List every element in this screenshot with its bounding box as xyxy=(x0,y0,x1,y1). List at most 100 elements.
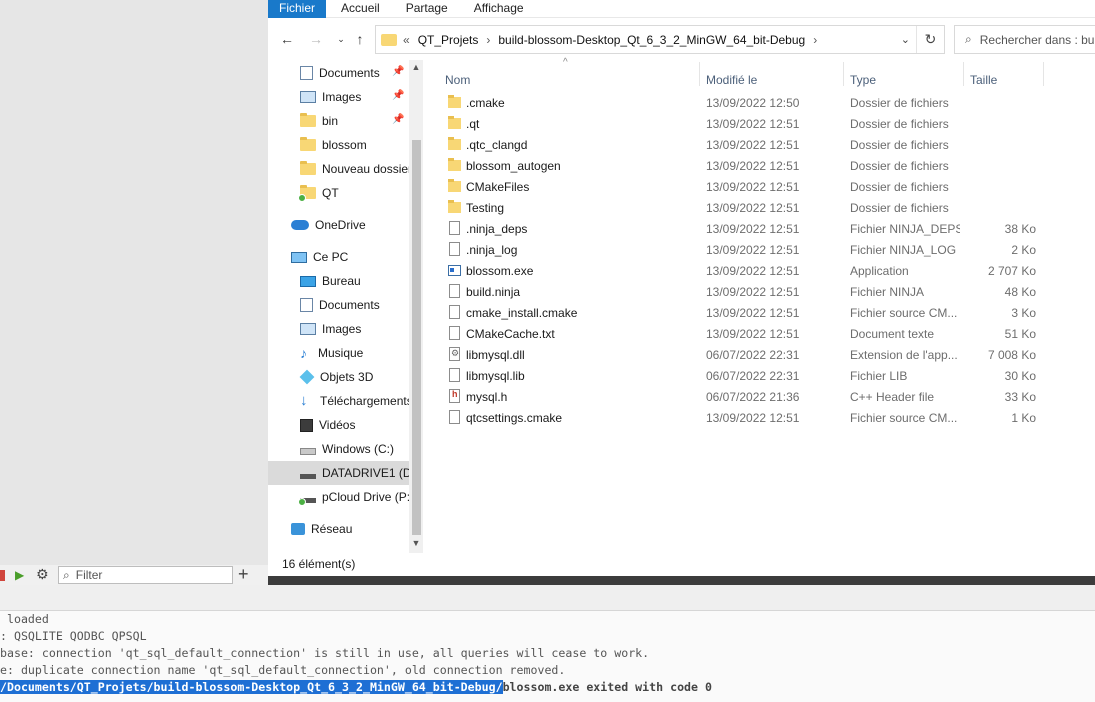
recent-locations-chevron-icon[interactable]: ⌄ xyxy=(332,30,350,48)
add-icon[interactable]: + xyxy=(238,564,249,585)
output-header xyxy=(0,585,1095,611)
file-icon xyxy=(449,410,460,424)
address-root-chevron[interactable]: « xyxy=(403,33,410,47)
navigation-pane: Documents 📌 Images 📌 bin 📌 blossom Nouve… xyxy=(268,60,423,553)
sidebar-item-datadrive1[interactable]: DATADRIVE1 (D:) xyxy=(268,461,409,485)
column-divider[interactable] xyxy=(963,62,964,86)
pin-icon: 📌 xyxy=(392,66,405,77)
file-row[interactable]: Testing 13/09/2022 12:51 Dossier de fich… xyxy=(443,197,1043,218)
application-output-pane[interactable]: loaded : QSQLITE QODBC QPSQL base: conne… xyxy=(0,611,1095,702)
output-line-exit: /Documents/QT_Projets/build-blossom-Desk… xyxy=(0,679,712,696)
file-row[interactable]: mysql.h 06/07/2022 21:36 C++ Header file… xyxy=(443,386,1043,407)
column-divider[interactable] xyxy=(699,62,700,86)
sidebar-item-images-quick[interactable]: Images 📌 xyxy=(268,85,409,109)
file-list: ^ Nom Modifié le Type Taille .cmake 13/0… xyxy=(423,57,1095,553)
network-icon xyxy=(291,523,305,535)
back-arrow-icon[interactable]: ← xyxy=(278,30,296,48)
exe-icon xyxy=(448,265,461,276)
output-line: loaded xyxy=(0,612,49,626)
drive-icon xyxy=(300,473,316,479)
refresh-icon[interactable]: ↻ xyxy=(916,26,944,53)
folder-icon xyxy=(448,116,461,129)
sidebar-item-blossom[interactable]: blossom xyxy=(268,133,409,157)
sidebar-item-windows-c[interactable]: Windows (C:) xyxy=(268,437,409,461)
file-row[interactable]: libmysql.dll 06/07/2022 22:31 Extension … xyxy=(443,344,1043,365)
sidebar-item-telechargements[interactable]: ↓ Téléchargements xyxy=(268,389,409,413)
sidebar-item-musique[interactable]: ♪ Musique xyxy=(268,341,409,365)
column-header-name[interactable]: Nom xyxy=(445,73,470,87)
column-divider[interactable] xyxy=(1043,62,1044,86)
folder-icon xyxy=(300,113,316,127)
file-row[interactable]: libmysql.lib 06/07/2022 22:31 Fichier LI… xyxy=(443,365,1043,386)
sidebar-item-onedrive[interactable]: OneDrive xyxy=(268,213,409,237)
scroll-up-arrow-icon[interactable]: ▲ xyxy=(409,62,423,72)
sidebar-item-bin[interactable]: bin 📌 xyxy=(268,109,409,133)
chevron-down-icon[interactable]: ⌄ xyxy=(901,33,910,46)
sidebar-item-bureau[interactable]: Bureau xyxy=(268,269,409,293)
run-icon[interactable]: ▶ xyxy=(15,568,29,582)
file-row[interactable]: .ninja_log 13/09/2022 12:51 Fichier NINJ… xyxy=(443,239,1043,260)
up-arrow-icon[interactable]: ↑ xyxy=(351,30,369,48)
forward-arrow-icon[interactable]: → xyxy=(307,30,325,48)
sidebar-item-nouveau-dossier[interactable]: Nouveau dossier xyxy=(268,157,409,181)
file-row[interactable]: blossom.exe 13/09/2022 12:51 Application… xyxy=(443,260,1043,281)
file-row[interactable]: blossom_autogen 13/09/2022 12:51 Dossier… xyxy=(443,155,1043,176)
file-row[interactable]: .cmake 13/09/2022 12:50 Dossier de fichi… xyxy=(443,92,1043,113)
breadcrumb-qt-projets[interactable]: QT_Projets xyxy=(418,33,479,47)
search-icon: ⌕ xyxy=(63,567,70,582)
column-header-modified[interactable]: Modifié le xyxy=(706,73,757,87)
sidebar-item-pcloud[interactable]: pCloud Drive (P:) xyxy=(268,485,409,509)
output-line: : QSQLITE QODBC QPSQL xyxy=(0,629,147,643)
file-row[interactable]: .qt 13/09/2022 12:51 Dossier de fichiers xyxy=(443,113,1043,134)
sidebar-item-objets-3d[interactable]: Objets 3D xyxy=(268,365,409,389)
column-divider[interactable] xyxy=(843,62,844,86)
downloads-icon: ↓ xyxy=(300,392,308,409)
filter-input[interactable]: ⌕ Filter xyxy=(58,566,233,584)
tab-accueil[interactable]: Accueil xyxy=(330,0,391,18)
search-input[interactable]: ⌕ Rechercher dans : bu xyxy=(954,25,1095,54)
sidebar-item-images[interactable]: Images xyxy=(268,317,409,341)
chevron-right-icon[interactable]: › xyxy=(486,33,490,47)
images-icon xyxy=(300,91,316,103)
file-row[interactable]: .ninja_deps 13/09/2022 12:51 Fichier NIN… xyxy=(443,218,1043,239)
tab-fichier[interactable]: Fichier xyxy=(268,0,327,18)
navigation-bar: ← → ⌄ ↑ « QT_Projets › build-blossom-Des… xyxy=(268,18,1095,60)
column-header-size[interactable]: Taille xyxy=(970,73,997,87)
sidebar-item-documents[interactable]: Documents xyxy=(268,293,409,317)
sidebar-item-ce-pc[interactable]: Ce PC xyxy=(268,245,409,269)
tab-partage[interactable]: Partage xyxy=(395,0,459,18)
music-icon: ♪ xyxy=(300,345,307,361)
output-line: e: duplicate connection name 'qt_sql_def… xyxy=(0,663,566,677)
file-row[interactable]: CMakeFiles 13/09/2022 12:51 Dossier de f… xyxy=(443,176,1043,197)
sidebar-item-videos[interactable]: Vidéos xyxy=(268,413,409,437)
videos-icon xyxy=(300,418,313,432)
images-icon xyxy=(300,323,316,335)
file-row[interactable]: build.ninja 13/09/2022 12:51 Fichier NIN… xyxy=(443,281,1043,302)
sidebar-item-reseau[interactable]: Réseau xyxy=(268,517,409,541)
file-explorer-window: Fichier Accueil Partage Affichage ← → ⌄ … xyxy=(268,0,1095,576)
scroll-down-arrow-icon[interactable]: ▼ xyxy=(409,538,423,548)
exit-message: blossom.exe exited with code 0 xyxy=(502,680,712,694)
chevron-right-icon[interactable]: › xyxy=(813,33,817,47)
file-row[interactable]: .qtc_clangd 13/09/2022 12:51 Dossier de … xyxy=(443,134,1043,155)
column-header-type[interactable]: Type xyxy=(850,73,876,87)
desktop-icon xyxy=(300,275,316,287)
address-bar[interactable]: « QT_Projets › build-blossom-Desktop_Qt_… xyxy=(375,25,945,54)
folder-synced-icon xyxy=(298,185,316,202)
breadcrumb-build-folder[interactable]: build-blossom-Desktop_Qt_6_3_2_MinGW_64_… xyxy=(498,33,805,47)
folder-icon xyxy=(300,137,316,151)
search-icon: ⌕ xyxy=(965,32,972,46)
sidebar-item-qt[interactable]: QT xyxy=(268,181,409,205)
file-row[interactable]: cmake_install.cmake 13/09/2022 12:51 Fic… xyxy=(443,302,1043,323)
output-line: base: connection 'qt_sql_default_connect… xyxy=(0,646,650,660)
scrollbar-thumb[interactable] xyxy=(412,140,421,535)
stop-icon[interactable] xyxy=(0,570,5,581)
file-row[interactable]: CMakeCache.txt 13/09/2022 12:51 Document… xyxy=(443,323,1043,344)
sidebar-item-documents-quick[interactable]: Documents 📌 xyxy=(268,61,409,85)
navpane-scrollbar[interactable]: ▲ ▼ xyxy=(409,60,423,553)
file-row[interactable]: qtcsettings.cmake 13/09/2022 12:51 Fichi… xyxy=(443,407,1043,428)
file-icon xyxy=(449,326,460,340)
tab-affichage[interactable]: Affichage xyxy=(463,0,535,18)
gear-icon[interactable]: ⚙ xyxy=(36,566,49,583)
windows-drive-icon xyxy=(300,448,316,455)
